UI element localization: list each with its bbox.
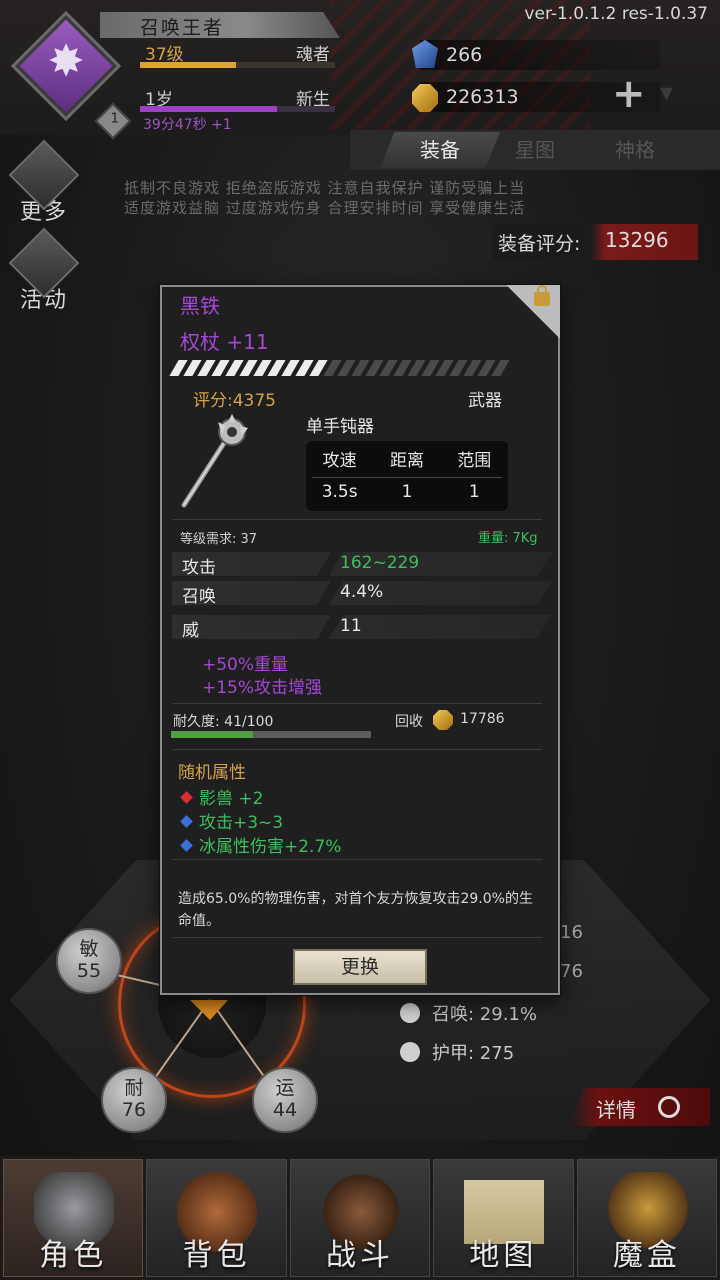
- stat-luck[interactable]: 运 44: [252, 1067, 318, 1133]
- random-attr-3: 冰属性伤害+2.7%: [180, 832, 341, 857]
- divider: [172, 519, 542, 520]
- nav-backpack[interactable]: 背包: [146, 1159, 287, 1277]
- random-attributes-title: 随机属性: [178, 763, 246, 783]
- bottom-nav: 角色 背包 战斗 地图 魔盒: [0, 1156, 720, 1280]
- gem-count: 266: [446, 44, 483, 66]
- weapon-spec-table: 攻速 距离 范围 3.5s 1 1: [306, 441, 508, 511]
- bonus-weight: +50%重量: [202, 655, 289, 675]
- divider: [172, 749, 542, 750]
- version-label: ver-1.0.1.2 res-1.0.37: [524, 4, 708, 24]
- item-weight: 重量: 7Kg: [478, 531, 538, 546]
- detail-label: 详情: [596, 1098, 636, 1122]
- tab-star-map[interactable]: 星图: [500, 132, 570, 168]
- attr-row-might: 威 11: [172, 615, 552, 641]
- armor-icon: [400, 1042, 420, 1062]
- level-progress-fill: [140, 62, 236, 68]
- bonus-attack: +15%攻击增强: [202, 678, 323, 698]
- divider: [172, 937, 542, 938]
- nav-magic-box[interactable]: 魔盒: [576, 1159, 718, 1277]
- red-gem-icon: [180, 791, 193, 804]
- blue-gem-icon: [180, 815, 193, 828]
- more-button[interactable]: 更多: [6, 139, 82, 226]
- search-icon: [658, 1096, 680, 1118]
- add-currency-button[interactable]: +: [612, 74, 646, 114]
- age-timer: 39分47秒 +1: [143, 117, 232, 133]
- activity-button[interactable]: 活动: [6, 227, 82, 314]
- health-notice-line2: 适度游戏益脑 过度游戏伤身 合理安排时间 享受健康生活: [124, 199, 526, 217]
- nav-character[interactable]: 角色: [3, 1159, 144, 1277]
- durability-label: 耐久度: 41/100: [173, 714, 274, 730]
- durability-fill: [171, 731, 253, 738]
- equipment-score-value: 13296: [605, 228, 669, 252]
- stat-agility[interactable]: 敏 55: [56, 928, 122, 994]
- stat-partial-1: 16: [560, 922, 583, 943]
- health-notice-line1: 抵制不良游戏 拒绝盗版游戏 注意自我保护 谨防受骗上当: [124, 179, 526, 197]
- recycle-label: 回收: [395, 714, 423, 730]
- summon-stat: 召唤: 29.1%: [400, 1000, 537, 1026]
- gold-coin-icon: [433, 710, 453, 730]
- recycle-value: 17786: [460, 711, 505, 727]
- age-progress-fill: [140, 106, 277, 112]
- blue-gem-icon: [180, 839, 193, 852]
- gold-count: 226313: [446, 86, 519, 108]
- spec-value-range: 1: [401, 482, 413, 502]
- attr-row-attack: 攻击 162~229: [172, 552, 552, 578]
- spec-header-area: 范围: [457, 451, 492, 471]
- spec-header-range: 距离: [389, 451, 424, 471]
- summon-icon: [400, 1003, 420, 1023]
- random-attr-1: 影兽 +2: [180, 784, 263, 809]
- item-name: 权杖 +11: [180, 330, 269, 354]
- divider: [172, 859, 542, 860]
- nav-map[interactable]: 地图: [433, 1159, 574, 1277]
- card-corner: [506, 285, 560, 339]
- equipment-score-label: 装备评分:: [498, 233, 581, 255]
- stat-endurance[interactable]: 耐 76: [101, 1067, 167, 1133]
- player-name: 召唤王者: [140, 17, 225, 39]
- detail-button[interactable]: [570, 1088, 710, 1126]
- item-material: 黑铁: [180, 294, 220, 318]
- class-emblem-icon: ✸: [47, 36, 85, 87]
- tab-divinity[interactable]: 神格: [600, 132, 670, 168]
- tab-equipment[interactable]: 装备: [380, 132, 500, 168]
- nav-battle[interactable]: 战斗: [289, 1159, 431, 1277]
- spec-value-area: 1: [468, 482, 480, 502]
- item-score: 评分:4375: [193, 391, 276, 411]
- divider: [172, 703, 542, 704]
- item-type: 武器: [468, 391, 502, 411]
- scepter-icon: [181, 414, 248, 508]
- spec-header-speed: 攻速: [322, 451, 357, 471]
- spec-value-speed: 3.5s: [321, 482, 358, 502]
- attr-row-summon: 召唤 4.4%: [172, 581, 552, 607]
- armor-stat: 护甲: 275: [400, 1039, 514, 1065]
- stat-partial-2: 76: [560, 961, 583, 982]
- random-attr-2: 攻击+3~3: [180, 808, 283, 833]
- item-subtype: 单手钝器: [306, 417, 374, 437]
- enhance-progress: [168, 360, 512, 376]
- level-requirement: 等级需求: 37: [180, 532, 258, 547]
- item-description: 造成65.0%的物理伤害，对首个友方恢复攻击29.0%的生命值。: [178, 891, 533, 929]
- swap-button[interactable]: 更换: [293, 949, 427, 985]
- dropdown-arrow-icon[interactable]: ▾: [660, 78, 673, 108]
- lock-icon[interactable]: [534, 285, 550, 306]
